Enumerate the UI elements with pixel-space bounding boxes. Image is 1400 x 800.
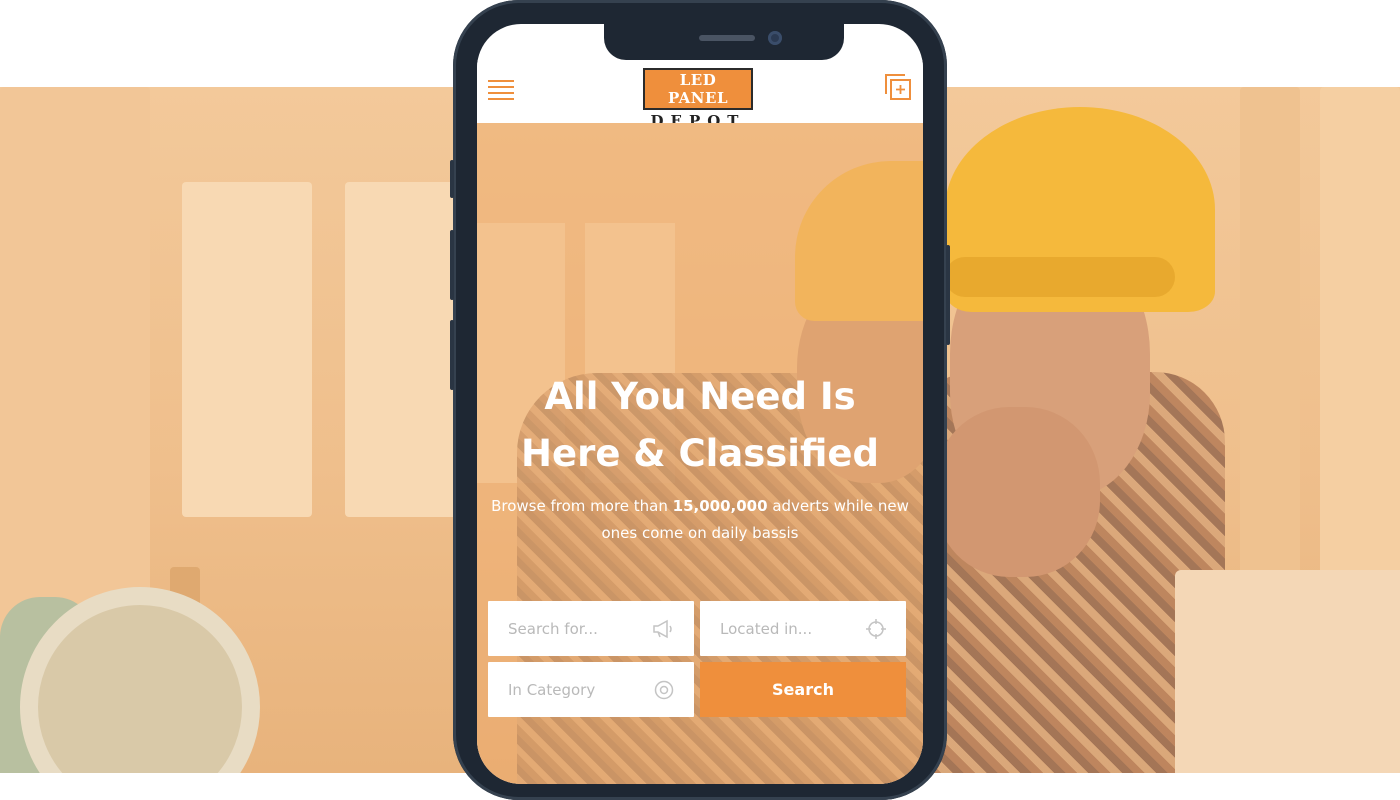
background-window [182, 182, 312, 517]
phone-volume-down-button [450, 320, 454, 390]
hamburger-menu-icon[interactable] [488, 76, 514, 102]
location-input-placeholder: Located in... [720, 619, 813, 638]
search-input[interactable]: Search for... [488, 601, 694, 656]
category-select[interactable]: In Category [488, 662, 694, 717]
search-input-placeholder: Search for... [508, 619, 598, 638]
laptop [1175, 570, 1400, 773]
logo-text-top: LED PANEL [643, 68, 753, 110]
phone-volume-up-button [450, 230, 454, 300]
hero-subtitle-count: 15,000,000 [672, 497, 768, 515]
hero-title: All You Need Is Here & Classified [477, 368, 923, 482]
phone-screen: LED PANEL DEPOT All You Need Is Here & C… [477, 24, 923, 784]
worker-hand [935, 407, 1100, 577]
megaphone-icon [653, 619, 672, 638]
hero-subtitle-prefix: Browse from more than [491, 497, 673, 515]
site-logo[interactable]: LED PANEL DEPOT [643, 68, 753, 130]
hard-hat-brim [945, 257, 1175, 297]
hero-subtitle: Browse from more than 15,000,000 adverts… [487, 493, 913, 547]
app-header: LED PANEL DEPOT [477, 60, 923, 130]
location-input[interactable]: Located in... [700, 601, 906, 656]
category-select-placeholder: In Category [508, 680, 596, 699]
hero-title-line2: Here & Classified [521, 432, 879, 475]
search-button[interactable]: Search [700, 662, 906, 717]
target-icon [654, 680, 674, 699]
background-window [345, 182, 465, 517]
crosshair-icon [866, 618, 886, 639]
camera-icon [768, 31, 782, 45]
phone-side-button [450, 160, 454, 198]
hero-title-line1: All You Need Is [544, 375, 856, 418]
phone-notch [604, 24, 844, 60]
phone-mockup: LED PANEL DEPOT All You Need Is Here & C… [450, 0, 950, 800]
phone-power-button [946, 245, 950, 345]
add-listing-icon[interactable] [883, 72, 913, 102]
background-wood [1240, 87, 1300, 587]
phone-speaker [699, 35, 755, 41]
hero-section: All You Need Is Here & Classified Browse… [477, 123, 923, 784]
